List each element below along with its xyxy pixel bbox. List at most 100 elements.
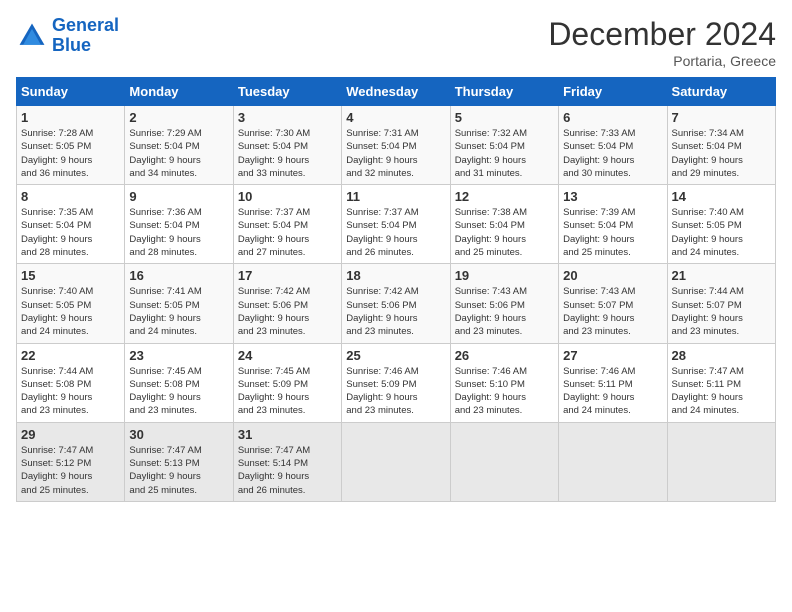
title-block: December 2024 Portaria, Greece — [548, 16, 776, 69]
calendar-cell: 18 Sunrise: 7:42 AM Sunset: 5:06 PM Dayli… — [342, 264, 450, 343]
calendar-cell: 1 Sunrise: 7:28 AM Sunset: 5:05 PM Daylig… — [17, 106, 125, 185]
day-info: Sunrise: 7:42 AM Sunset: 5:06 PM Dayligh… — [238, 285, 337, 338]
day-info: Sunrise: 7:44 AM Sunset: 5:07 PM Dayligh… — [672, 285, 771, 338]
day-number: 4 — [346, 110, 445, 125]
day-info: Sunrise: 7:40 AM Sunset: 5:05 PM Dayligh… — [21, 285, 120, 338]
day-info: Sunrise: 7:32 AM Sunset: 5:04 PM Dayligh… — [455, 127, 554, 180]
calendar-week-4: 22 Sunrise: 7:44 AM Sunset: 5:08 PM Dayli… — [17, 343, 776, 422]
calendar-cell: 23Sunrise: 7:45 AM Sunset: 5:08 PM Dayli… — [125, 343, 233, 422]
day-number: 5 — [455, 110, 554, 125]
day-info: Sunrise: 7:43 AM Sunset: 5:06 PM Dayligh… — [455, 285, 554, 338]
calendar-cell — [559, 422, 667, 501]
calendar-cell: 3 Sunrise: 7:30 AM Sunset: 5:04 PM Daylig… — [233, 106, 341, 185]
col-header-friday: Friday — [559, 78, 667, 106]
day-number: 10 — [238, 189, 337, 204]
col-header-sunday: Sunday — [17, 78, 125, 106]
day-info: Sunrise: 7:38 AM Sunset: 5:04 PM Dayligh… — [455, 206, 554, 259]
day-info: Sunrise: 7:41 AM Sunset: 5:05 PM Dayligh… — [129, 285, 228, 338]
calendar-cell: 28 Sunrise: 7:47 AM Sunset: 5:11 PM Dayli… — [667, 343, 775, 422]
calendar-cell — [342, 422, 450, 501]
logo-icon — [16, 20, 48, 52]
day-info: Sunrise: 7:44 AM Sunset: 5:08 PM Dayligh… — [21, 365, 120, 418]
day-number: 11 — [346, 189, 445, 204]
calendar-cell: 24 Sunrise: 7:45 AM Sunset: 5:09 PM Dayli… — [233, 343, 341, 422]
calendar-cell — [667, 422, 775, 501]
day-info: Sunrise: 7:42 AM Sunset: 5:06 PM Dayligh… — [346, 285, 445, 338]
calendar-cell: 19Sunrise: 7:43 AM Sunset: 5:06 PM Dayli… — [450, 264, 558, 343]
day-number: 1 — [21, 110, 120, 125]
day-number: 26 — [455, 348, 554, 363]
calendar-cell: 29Sunrise: 7:47 AM Sunset: 5:12 PM Dayli… — [17, 422, 125, 501]
calendar-cell — [450, 422, 558, 501]
day-info: Sunrise: 7:47 AM Sunset: 5:11 PM Dayligh… — [672, 365, 771, 418]
day-number: 6 — [563, 110, 662, 125]
day-number: 3 — [238, 110, 337, 125]
day-info: Sunrise: 7:37 AM Sunset: 5:04 PM Dayligh… — [238, 206, 337, 259]
calendar-cell: 13 Sunrise: 7:39 AM Sunset: 5:04 PM Dayli… — [559, 185, 667, 264]
day-info: Sunrise: 7:37 AM Sunset: 5:04 PM Dayligh… — [346, 206, 445, 259]
col-header-wednesday: Wednesday — [342, 78, 450, 106]
calendar-cell: 16Sunrise: 7:41 AM Sunset: 5:05 PM Dayli… — [125, 264, 233, 343]
day-number: 8 — [21, 189, 120, 204]
day-info: Sunrise: 7:35 AM Sunset: 5:04 PM Dayligh… — [21, 206, 120, 259]
calendar-cell: 9Sunrise: 7:36 AM Sunset: 5:04 PM Daylig… — [125, 185, 233, 264]
day-info: Sunrise: 7:47 AM Sunset: 5:13 PM Dayligh… — [129, 444, 228, 497]
calendar-cell: 10 Sunrise: 7:37 AM Sunset: 5:04 PM Dayli… — [233, 185, 341, 264]
calendar-title: December 2024 — [548, 16, 776, 53]
day-info: Sunrise: 7:29 AM Sunset: 5:04 PM Dayligh… — [129, 127, 228, 180]
calendar-cell: 31 Sunrise: 7:47 AM Sunset: 5:14 PM Dayli… — [233, 422, 341, 501]
calendar-cell: 12 Sunrise: 7:38 AM Sunset: 5:04 PM Dayli… — [450, 185, 558, 264]
day-number: 12 — [455, 189, 554, 204]
day-number: 25 — [346, 348, 445, 363]
day-number: 30 — [129, 427, 228, 442]
day-info: Sunrise: 7:46 AM Sunset: 5:10 PM Dayligh… — [455, 365, 554, 418]
day-info: Sunrise: 7:33 AM Sunset: 5:04 PM Dayligh… — [563, 127, 662, 180]
calendar-cell: 7Sunrise: 7:34 AM Sunset: 5:04 PM Daylig… — [667, 106, 775, 185]
calendar-cell: 26 Sunrise: 7:46 AM Sunset: 5:10 PM Dayli… — [450, 343, 558, 422]
calendar-week-1: 1 Sunrise: 7:28 AM Sunset: 5:05 PM Daylig… — [17, 106, 776, 185]
day-number: 27 — [563, 348, 662, 363]
day-info: Sunrise: 7:45 AM Sunset: 5:09 PM Dayligh… — [238, 365, 337, 418]
day-number: 7 — [672, 110, 771, 125]
calendar-cell: 15 Sunrise: 7:40 AM Sunset: 5:05 PM Dayli… — [17, 264, 125, 343]
day-info: Sunrise: 7:46 AM Sunset: 5:11 PM Dayligh… — [563, 365, 662, 418]
col-header-monday: Monday — [125, 78, 233, 106]
logo: General Blue — [16, 16, 119, 56]
calendar-cell: 14 Sunrise: 7:40 AM Sunset: 5:05 PM Dayli… — [667, 185, 775, 264]
day-number: 14 — [672, 189, 771, 204]
day-info: Sunrise: 7:46 AM Sunset: 5:09 PM Dayligh… — [346, 365, 445, 418]
col-header-saturday: Saturday — [667, 78, 775, 106]
day-number: 31 — [238, 427, 337, 442]
day-info: Sunrise: 7:40 AM Sunset: 5:05 PM Dayligh… — [672, 206, 771, 259]
calendar-cell: 5 Sunrise: 7:32 AM Sunset: 5:04 PM Daylig… — [450, 106, 558, 185]
day-number: 24 — [238, 348, 337, 363]
calendar-week-3: 15 Sunrise: 7:40 AM Sunset: 5:05 PM Dayli… — [17, 264, 776, 343]
day-number: 20 — [563, 268, 662, 283]
calendar-cell: 21Sunrise: 7:44 AM Sunset: 5:07 PM Dayli… — [667, 264, 775, 343]
calendar-cell: 20 Sunrise: 7:43 AM Sunset: 5:07 PM Dayli… — [559, 264, 667, 343]
page-header: General Blue December 2024 Portaria, Gre… — [16, 16, 776, 69]
day-number: 22 — [21, 348, 120, 363]
calendar-cell: 25 Sunrise: 7:46 AM Sunset: 5:09 PM Dayli… — [342, 343, 450, 422]
day-number: 23 — [129, 348, 228, 363]
calendar-cell: 6 Sunrise: 7:33 AM Sunset: 5:04 PM Daylig… — [559, 106, 667, 185]
day-number: 17 — [238, 268, 337, 283]
day-info: Sunrise: 7:39 AM Sunset: 5:04 PM Dayligh… — [563, 206, 662, 259]
calendar-week-2: 8 Sunrise: 7:35 AM Sunset: 5:04 PM Daylig… — [17, 185, 776, 264]
day-info: Sunrise: 7:43 AM Sunset: 5:07 PM Dayligh… — [563, 285, 662, 338]
day-info: Sunrise: 7:28 AM Sunset: 5:05 PM Dayligh… — [21, 127, 120, 180]
calendar-cell: 2Sunrise: 7:29 AM Sunset: 5:04 PM Daylig… — [125, 106, 233, 185]
day-number: 18 — [346, 268, 445, 283]
day-info: Sunrise: 7:36 AM Sunset: 5:04 PM Dayligh… — [129, 206, 228, 259]
day-number: 13 — [563, 189, 662, 204]
col-header-thursday: Thursday — [450, 78, 558, 106]
calendar-subtitle: Portaria, Greece — [548, 53, 776, 69]
day-info: Sunrise: 7:30 AM Sunset: 5:04 PM Dayligh… — [238, 127, 337, 180]
calendar-cell: 11 Sunrise: 7:37 AM Sunset: 5:04 PM Dayli… — [342, 185, 450, 264]
day-info: Sunrise: 7:31 AM Sunset: 5:04 PM Dayligh… — [346, 127, 445, 180]
calendar-cell: 4 Sunrise: 7:31 AM Sunset: 5:04 PM Daylig… — [342, 106, 450, 185]
day-info: Sunrise: 7:47 AM Sunset: 5:12 PM Dayligh… — [21, 444, 120, 497]
day-number: 28 — [672, 348, 771, 363]
day-number: 15 — [21, 268, 120, 283]
day-info: Sunrise: 7:47 AM Sunset: 5:14 PM Dayligh… — [238, 444, 337, 497]
